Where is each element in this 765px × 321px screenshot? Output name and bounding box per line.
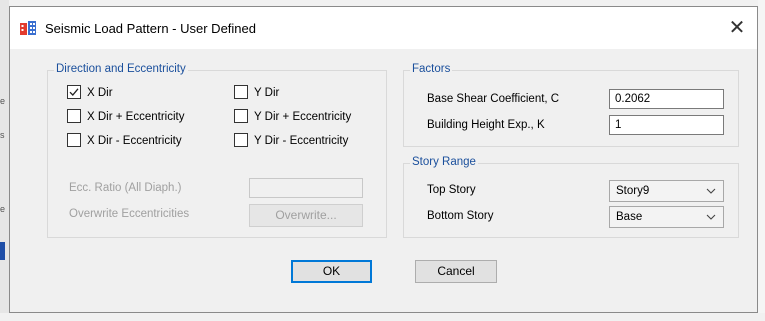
seismic-load-pattern-dialog: Seismic Load Pattern - User Defined ✕ Di…	[9, 6, 758, 313]
cancel-button[interactable]: Cancel	[415, 260, 497, 283]
checkbox-label: Y Dir - Eccentricity	[254, 135, 349, 147]
checkbox-x-dir[interactable]: X Dir	[67, 84, 113, 101]
building-icon	[20, 21, 36, 35]
group-title: Factors	[410, 63, 453, 75]
checkbox-y-dir-plus-ecc[interactable]: Y Dir + Eccentricity	[234, 108, 352, 125]
checkbox-icon[interactable]	[234, 108, 248, 123]
checkbox-y-dir-minus-ecc[interactable]: Y Dir - Eccentricity	[234, 132, 349, 149]
overwrite-button[interactable]: Overwrite...	[249, 204, 363, 227]
background-bottom	[0, 313, 765, 321]
bottom-story-label: Bottom Story	[427, 210, 494, 222]
factors-group: Factors Base Shear Coefficient, C 0.2062…	[403, 63, 739, 147]
checkbox-x-dir-minus-ecc[interactable]: X Dir - Eccentricity	[67, 132, 182, 149]
background-selection	[0, 242, 5, 260]
background-right	[758, 0, 765, 321]
checkbox-icon[interactable]	[67, 108, 81, 123]
dropdown-value: Base	[616, 211, 643, 223]
overwrite-eccentricities-label: Overwrite Eccentricities	[69, 208, 190, 220]
background-text: e	[0, 204, 6, 214]
direction-eccentricity-group: Direction and Eccentricity X Dir Y Dir X…	[47, 63, 387, 238]
background-text: s	[0, 130, 5, 140]
ecc-ratio-input[interactable]	[249, 178, 363, 198]
checkbox-icon[interactable]	[67, 132, 81, 147]
checkbox-label: X Dir - Eccentricity	[87, 135, 182, 147]
group-title: Direction and Eccentricity	[54, 63, 188, 75]
checkbox-x-dir-plus-ecc[interactable]: X Dir + Eccentricity	[67, 108, 185, 125]
bottom-story-dropdown[interactable]: Base	[609, 206, 724, 228]
top-story-dropdown[interactable]: Story9	[609, 180, 724, 202]
checkbox-label: X Dir + Eccentricity	[87, 111, 185, 123]
ecc-ratio-label: Ecc. Ratio (All Diaph.)	[69, 182, 182, 194]
checkbox-label: Y Dir + Eccentricity	[254, 111, 352, 123]
chevron-down-icon[interactable]	[705, 207, 717, 227]
checkbox-label: X Dir	[87, 87, 113, 99]
close-icon[interactable]: ✕	[725, 16, 749, 40]
checkbox-label: Y Dir	[254, 87, 280, 99]
background-text: e	[0, 96, 6, 106]
height-exp-input[interactable]: 1	[609, 115, 724, 135]
checkbox-icon[interactable]	[234, 132, 248, 147]
dialog-title: Seismic Load Pattern - User Defined	[45, 21, 256, 36]
height-exp-label: Building Height Exp., K	[427, 119, 545, 131]
checkbox-y-dir[interactable]: Y Dir	[234, 84, 280, 101]
ok-button[interactable]: OK	[291, 260, 372, 283]
chevron-down-icon[interactable]	[705, 181, 717, 201]
checkbox-icon[interactable]	[234, 84, 248, 99]
story-range-group: Story Range Top Story Story9 Bottom Stor…	[403, 156, 739, 238]
background-left	[0, 0, 9, 321]
base-shear-label: Base Shear Coefficient, C	[427, 93, 560, 105]
group-title: Story Range	[410, 156, 478, 168]
base-shear-input[interactable]: 0.2062	[609, 89, 724, 109]
title-bar: Seismic Load Pattern - User Defined ✕	[10, 7, 757, 49]
top-story-label: Top Story	[427, 184, 476, 196]
checkbox-checked-icon[interactable]	[67, 84, 81, 99]
dropdown-value: Story9	[616, 185, 650, 197]
